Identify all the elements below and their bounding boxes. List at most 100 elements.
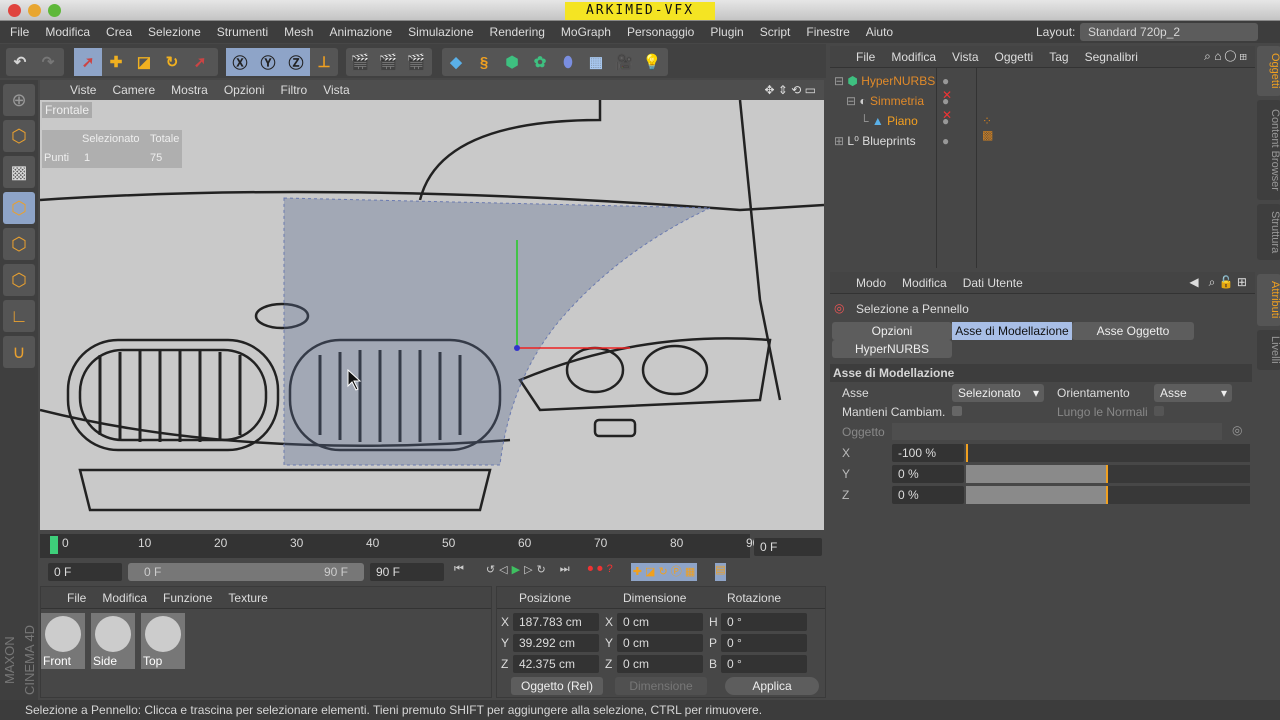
y-axis-icon[interactable]: Ⓨ bbox=[254, 48, 282, 76]
pick-object-icon[interactable]: ◎ bbox=[1232, 423, 1242, 437]
menu-modifica[interactable]: Modifica bbox=[37, 25, 98, 39]
coords-mode-select[interactable]: Oggetto (Rel) bbox=[511, 677, 603, 695]
material-top[interactable]: Top bbox=[141, 613, 185, 669]
go-end-icon[interactable]: ⏭ bbox=[560, 563, 570, 581]
menu-plugin[interactable]: Plugin bbox=[702, 25, 751, 39]
coord-rot-h-field[interactable]: 0 ° bbox=[721, 613, 807, 631]
zoom-window-button[interactable] bbox=[48, 4, 61, 17]
minimize-window-button[interactable] bbox=[28, 4, 41, 17]
object-simmetria[interactable]: ⊟ ◐ Simmetria ● ✕ bbox=[846, 94, 952, 122]
obj-menu-tag[interactable]: Tag bbox=[1041, 50, 1076, 64]
viewport-menu-vista[interactable]: Vista bbox=[315, 83, 357, 97]
magnet-icon[interactable]: ∪ bbox=[3, 336, 35, 368]
rotate-icon[interactable]: ↻ bbox=[158, 48, 186, 76]
array-icon[interactable]: ✿ bbox=[526, 48, 554, 76]
deformer-icon[interactable]: ⬮ bbox=[554, 48, 582, 76]
x-axis-icon[interactable]: Ⓧ bbox=[226, 48, 254, 76]
viewport[interactable]: Frontale Selezionato Totale Punti 1 75 bbox=[40, 100, 824, 530]
lungo-normali-checkbox[interactable] bbox=[1154, 406, 1164, 416]
live-selection-icon[interactable]: ➚ bbox=[74, 48, 102, 76]
range-slider[interactable]: 0 F 90 F bbox=[128, 563, 364, 581]
light-icon[interactable]: 💡 bbox=[638, 48, 666, 76]
menu-personaggio[interactable]: Personaggio bbox=[619, 25, 702, 39]
y-value-field[interactable]: 0 % bbox=[892, 465, 964, 483]
obj-menu-segnalibri[interactable]: Segnalibri bbox=[1077, 50, 1146, 64]
mantieni-checkbox[interactable] bbox=[952, 406, 962, 416]
menu-animazione[interactable]: Animazione bbox=[321, 25, 400, 39]
coord-pos-x-field[interactable]: 187.783 cm bbox=[513, 613, 599, 631]
obj-menu-modifica[interactable]: Modifica bbox=[883, 50, 944, 64]
menu-finestre[interactable]: Finestre bbox=[798, 25, 857, 39]
timeline-icon[interactable]: ▤ bbox=[715, 563, 726, 581]
coord-rot-b-field[interactable]: 0 ° bbox=[721, 655, 807, 673]
render-view-icon[interactable]: 🎬 bbox=[346, 48, 374, 76]
menu-aiuto[interactable]: Aiuto bbox=[858, 25, 901, 39]
loop-icon[interactable]: ↺ bbox=[486, 563, 495, 581]
playhead[interactable] bbox=[50, 536, 58, 554]
spline-icon[interactable]: § bbox=[470, 48, 498, 76]
coord-dim-y-field[interactable]: 0 cm bbox=[617, 634, 703, 652]
timeline-ruler[interactable]: 0 10 20 30 40 50 60 70 80 90 bbox=[40, 534, 759, 558]
menu-script[interactable]: Script bbox=[752, 25, 799, 39]
make-editable-icon[interactable]: ⊕ bbox=[3, 84, 35, 116]
attr-menu-modo[interactable]: Modo bbox=[848, 276, 894, 290]
coord-dim-x-field[interactable]: 0 cm bbox=[617, 613, 703, 631]
tab-struttura[interactable]: Struttura bbox=[1257, 204, 1280, 260]
object-piano[interactable]: └ ▲ Piano ● ⁘ ▩ bbox=[860, 114, 993, 142]
obj-menu-file[interactable]: File bbox=[848, 50, 883, 64]
render-settings-icon[interactable]: 🎬 bbox=[402, 48, 430, 76]
cube-icon[interactable]: ◆ bbox=[442, 48, 470, 76]
next-frame-icon[interactable]: ▷ bbox=[524, 563, 532, 581]
undo-icon[interactable]: ↶ bbox=[6, 48, 34, 76]
texture-mode-icon[interactable]: ▩ bbox=[3, 156, 35, 188]
oggetto-link-field[interactable] bbox=[892, 423, 1222, 440]
go-start-icon[interactable]: ⏮ bbox=[454, 563, 464, 581]
coord-pos-y-field[interactable]: 39.292 cm bbox=[513, 634, 599, 652]
menu-strumenti[interactable]: Strumenti bbox=[209, 25, 276, 39]
viewport-menu-camere[interactable]: Camere bbox=[104, 83, 163, 97]
viewport-menu-opzioni[interactable]: Opzioni bbox=[216, 83, 273, 97]
mat-menu-funzione[interactable]: Funzione bbox=[155, 591, 220, 605]
coord-dim-z-field[interactable]: 0 cm bbox=[617, 655, 703, 673]
asse-select[interactable]: Selezionato ▾ bbox=[952, 384, 1044, 402]
coords-dimension-select[interactable]: Dimensione bbox=[615, 677, 707, 695]
object-hypernurbs[interactable]: ⊟ ⬢ HyperNURBS ● ✕ bbox=[834, 74, 952, 102]
menu-file[interactable]: File bbox=[2, 25, 37, 39]
x-slider[interactable] bbox=[966, 444, 1250, 462]
tab-asse-oggetto[interactable]: Asse Oggetto bbox=[1072, 322, 1194, 340]
orientamento-select[interactable]: Asse ▾ bbox=[1154, 384, 1232, 402]
move-icon[interactable]: ✚ bbox=[102, 48, 130, 76]
y-slider[interactable] bbox=[966, 465, 1250, 483]
coordinate-system-icon[interactable]: ⊥ bbox=[310, 48, 338, 76]
start-frame-field[interactable]: 0 F bbox=[48, 563, 122, 581]
coord-pos-z-field[interactable]: 42.375 cm bbox=[513, 655, 599, 673]
model-mode-icon[interactable]: ⬡ bbox=[3, 120, 35, 152]
tab-asse-modellazione[interactable]: Asse di Modellazione bbox=[952, 322, 1072, 340]
record-icon[interactable]: ⏺ bbox=[588, 563, 594, 581]
x-value-field[interactable]: -100 % bbox=[892, 444, 964, 462]
autokey-icon[interactable]: ⏺ bbox=[597, 563, 603, 581]
current-frame-field[interactable]: 0 F bbox=[754, 538, 822, 556]
menu-simulazione[interactable]: Simulazione bbox=[400, 25, 481, 39]
polygons-mode-icon[interactable]: ⬡ bbox=[3, 264, 35, 296]
tab-hypernurbs[interactable]: HyperNURBS bbox=[832, 340, 952, 358]
mat-menu-modifica[interactable]: Modifica bbox=[94, 591, 155, 605]
keyframe-selection-icon[interactable]: ? bbox=[607, 563, 613, 581]
attr-nav-icons[interactable]: ◀ ⌕ 🔓 ⊞ bbox=[1181, 275, 1255, 290]
menu-mesh[interactable]: Mesh bbox=[276, 25, 321, 39]
loop2-icon[interactable]: ↻ bbox=[537, 563, 546, 581]
nurbs-icon[interactable]: ⬢ bbox=[498, 48, 526, 76]
tab-content-browser[interactable]: Content Browser bbox=[1257, 100, 1280, 200]
last-tool-icon[interactable]: ➚ bbox=[186, 48, 214, 76]
play-icon[interactable]: ▶ bbox=[512, 563, 520, 581]
edges-mode-icon[interactable]: ⬡ bbox=[3, 228, 35, 260]
axis-mode-icon[interactable]: ∟ bbox=[3, 300, 35, 332]
layout-select[interactable]: Standard 720p_2 bbox=[1080, 23, 1258, 41]
menu-mograph[interactable]: MoGraph bbox=[553, 25, 619, 39]
scale-icon[interactable]: ◪ bbox=[130, 48, 158, 76]
z-slider[interactable] bbox=[966, 486, 1250, 504]
close-window-button[interactable] bbox=[8, 4, 21, 17]
apply-button[interactable]: Applica bbox=[725, 677, 819, 695]
key-position-icon[interactable]: ✚ ◪ ↻ Ⓟ ▦ bbox=[630, 563, 698, 581]
camera-icon[interactable]: 🎥 bbox=[610, 48, 638, 76]
